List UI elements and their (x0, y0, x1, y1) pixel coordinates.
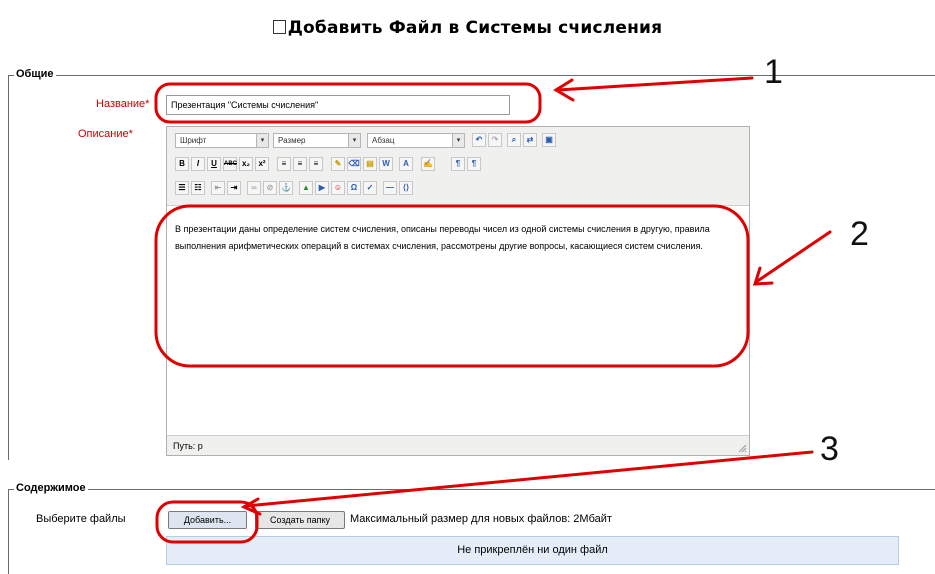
arrow-2 (752, 230, 832, 286)
arrow-3 (240, 450, 814, 516)
annotation-overlay (154, 76, 832, 544)
highlight-editor-content (154, 204, 750, 368)
arrow-1 (553, 76, 754, 102)
highlight-add-button (155, 500, 259, 544)
annotation-marker-2: 2 (850, 215, 869, 253)
highlight-name-field (154, 82, 542, 124)
annotation-marker-1: 1 (764, 53, 783, 91)
annotation-marker-3: 3 (820, 430, 839, 468)
